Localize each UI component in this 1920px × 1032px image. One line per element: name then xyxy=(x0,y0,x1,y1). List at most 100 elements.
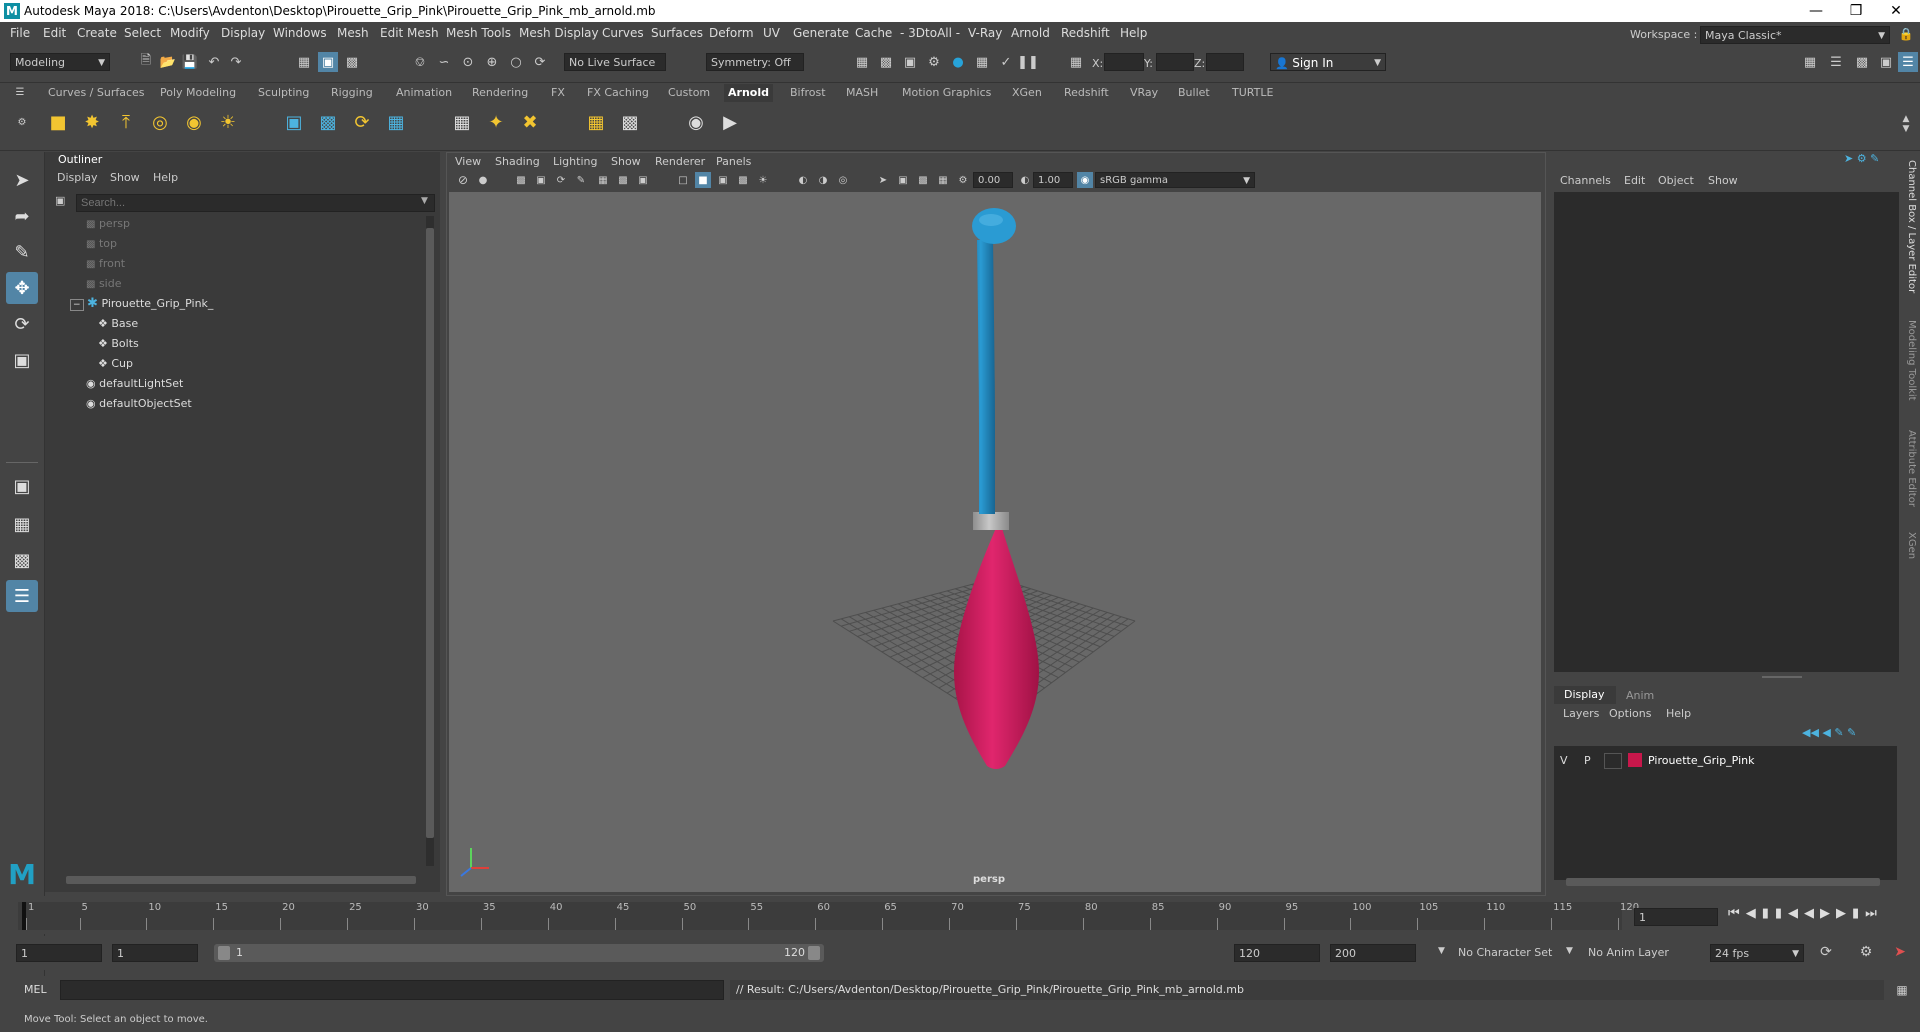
select-camera-icon[interactable]: ⊘ xyxy=(455,172,471,188)
render-frame-icon[interactable]: ▩ xyxy=(876,52,896,72)
menu-windows[interactable]: Windows xyxy=(273,26,327,40)
gamma-field[interactable]: 1.00 xyxy=(1033,172,1073,188)
end-time-field[interactable]: 200 xyxy=(1330,944,1416,962)
menu-3dtoall[interactable]: - 3DtoAll - xyxy=(900,26,960,40)
outliner-menu-display[interactable]: Display xyxy=(57,171,98,184)
playback-start-field[interactable]: 1 xyxy=(112,944,198,962)
attribute-editor-icon[interactable]: ☰ xyxy=(1826,52,1846,72)
channelbox-menu-channels[interactable]: Channels xyxy=(1560,174,1611,187)
anim-prefs-icon[interactable]: ➤ xyxy=(1890,942,1910,962)
mesh-light-icon[interactable]: ✸ xyxy=(78,108,106,136)
menu-file[interactable]: File xyxy=(10,26,30,40)
menu-cache[interactable]: Cache xyxy=(855,26,892,40)
new-scene-icon[interactable]: 🗎 xyxy=(136,52,156,72)
mel-label[interactable]: MEL xyxy=(24,983,47,996)
rotate-tool-icon[interactable]: ⟳ xyxy=(6,308,38,340)
render-view-shelf-icon[interactable]: ▦ xyxy=(582,108,610,136)
play-forward-icon[interactable]: ▶ xyxy=(1820,906,1836,921)
viewport-menu-view[interactable]: View xyxy=(455,155,481,168)
shelf-tab-sculpting[interactable]: Sculpting xyxy=(258,84,309,102)
snap-rotate-icon[interactable]: ⟳ xyxy=(530,52,550,72)
shelf-tab-custom[interactable]: Custom xyxy=(668,84,710,102)
layer-menu-help[interactable]: Help xyxy=(1666,707,1691,720)
physical-sky-icon[interactable]: ☀ xyxy=(214,108,242,136)
export-standin-icon[interactable]: ▩ xyxy=(314,108,342,136)
snap-curve-icon[interactable]: ∽ xyxy=(434,52,454,72)
outliner-item-cup[interactable]: ❖ Cup xyxy=(98,354,133,374)
select-object-icon[interactable]: ▣ xyxy=(318,52,338,72)
go-to-start-icon[interactable]: ⏮ xyxy=(1728,906,1746,921)
color-management-icon[interactable]: ◉ xyxy=(1077,172,1093,188)
grease-pencil-icon[interactable]: ✎ xyxy=(573,172,589,188)
outliner-search-input[interactable] xyxy=(76,194,435,212)
shelf-tab-vray[interactable]: VRay xyxy=(1130,84,1158,102)
fps-dropdown[interactable]: 24 fps ▼ xyxy=(1710,944,1804,962)
paint-select-icon[interactable]: ✎ xyxy=(6,236,38,268)
outliner-item-bolts[interactable]: ❖ Bolts xyxy=(98,334,139,354)
step-key-forward-icon[interactable]: ▶▮ xyxy=(1836,906,1865,921)
menu-edit-mesh[interactable]: Edit Mesh xyxy=(380,26,439,40)
photometric-light-icon[interactable]: ⤒ xyxy=(112,108,140,136)
play-backward-icon[interactable]: ◀ xyxy=(1804,906,1820,921)
outliner-item-side[interactable]: ▩ side xyxy=(86,274,122,294)
shelf-tab-fx[interactable]: FX xyxy=(551,84,565,102)
move-tool-icon[interactable]: ✥ xyxy=(6,272,38,304)
shelf-tab-fx-caching[interactable]: FX Caching xyxy=(587,84,649,102)
maximize-button[interactable]: ❒ xyxy=(1836,2,1876,20)
shelf-tab-turtle[interactable]: TURTLE xyxy=(1232,84,1273,102)
channel-box-toggle-icon[interactable]: ▣ xyxy=(1876,52,1896,72)
volume-icon[interactable]: ⟳ xyxy=(348,108,376,136)
gamma-icon[interactable]: ◐ xyxy=(1017,172,1033,188)
save-scene-icon[interactable]: 💾 xyxy=(180,52,200,72)
single-perspective-icon[interactable]: ▣ xyxy=(6,470,38,502)
minimize-button[interactable]: — xyxy=(1796,2,1836,20)
camera-attributes-icon[interactable]: ● xyxy=(475,172,491,188)
shelf-tab-bifrost[interactable]: Bifrost xyxy=(790,84,826,102)
render-region-icon[interactable]: ▦ xyxy=(852,52,872,72)
xray-icon[interactable]: ▣ xyxy=(895,172,911,188)
live-surface-field[interactable]: No Live Surface xyxy=(564,53,666,71)
sign-in-button[interactable]: 👤 Sign In ▼ xyxy=(1270,53,1386,71)
layer-color-swatch[interactable] xyxy=(1628,753,1642,767)
channelbox-menu-edit[interactable]: Edit xyxy=(1624,174,1645,187)
mode-dropdown[interactable]: Modeling ▼ xyxy=(10,53,110,71)
menu-redshift[interactable]: Redshift xyxy=(1061,26,1110,40)
range-handle-end[interactable] xyxy=(808,946,820,960)
snap-grid-icon[interactable]: ⎊ xyxy=(410,52,430,72)
channelbox-menu-object[interactable]: Object xyxy=(1658,174,1694,187)
menu-vray[interactable]: V-Ray xyxy=(968,26,1002,40)
snap-surface-icon[interactable]: ○ xyxy=(506,52,526,72)
ambient-occlusion-icon[interactable]: ◑ xyxy=(815,172,831,188)
lasso-tool-icon[interactable]: ➦ xyxy=(6,200,38,232)
menu-help[interactable]: Help xyxy=(1120,26,1147,40)
playback-end-field[interactable]: 120 xyxy=(1234,944,1320,962)
playback-controls[interactable]: ⏮◀▮▮◀◀▶▶▮⏭ xyxy=(1728,906,1918,926)
shelf-tab-animation[interactable]: Animation xyxy=(396,84,452,102)
select-hierarchy-icon[interactable]: ▦ xyxy=(294,52,314,72)
menu-surfaces[interactable]: Surfaces xyxy=(651,26,703,40)
layer-tab-display[interactable]: Display xyxy=(1554,686,1616,704)
select-tool-icon[interactable]: ➤ xyxy=(6,164,38,196)
range-handle-start[interactable] xyxy=(218,946,230,960)
viewport-menu-shading[interactable]: Shading xyxy=(495,155,540,168)
menu-curves[interactable]: Curves xyxy=(602,26,644,40)
menu-mesh-display[interactable]: Mesh Display xyxy=(519,26,599,40)
xray-active-icon[interactable]: ▦ xyxy=(935,172,951,188)
flush-cache-icon[interactable]: ▦ xyxy=(448,108,476,136)
viewport-menu-lighting[interactable]: Lighting xyxy=(553,155,597,168)
channelbox-menu-show[interactable]: Show xyxy=(1708,174,1738,187)
shelf-tab-mash[interactable]: MASH xyxy=(846,84,878,102)
shelf-tab-curves-surfaces[interactable]: Curves / Surfaces xyxy=(48,84,145,102)
undo-icon[interactable]: ↶ xyxy=(204,52,224,72)
shelf-tab-rendering[interactable]: Rendering xyxy=(472,84,528,102)
go-to-end-icon[interactable]: ⏭ xyxy=(1865,906,1883,921)
menu-modify[interactable]: Modify xyxy=(170,26,210,40)
bookmark-icon[interactable]: ▩ xyxy=(513,172,529,188)
isolate-select-icon[interactable]: ➤ xyxy=(875,172,891,188)
side-tab-attribute-editor[interactable]: Attribute Editor xyxy=(1906,430,1917,507)
workspace-dropdown[interactable]: Maya Classic* ▼ xyxy=(1700,26,1890,44)
film-gate-icon[interactable]: ▩ xyxy=(615,172,631,188)
collapse-icon[interactable]: − xyxy=(70,299,84,311)
current-frame-field[interactable]: 1 xyxy=(1634,908,1718,926)
side-tab-channel-box[interactable]: Channel Box / Layer Editor xyxy=(1906,160,1917,293)
